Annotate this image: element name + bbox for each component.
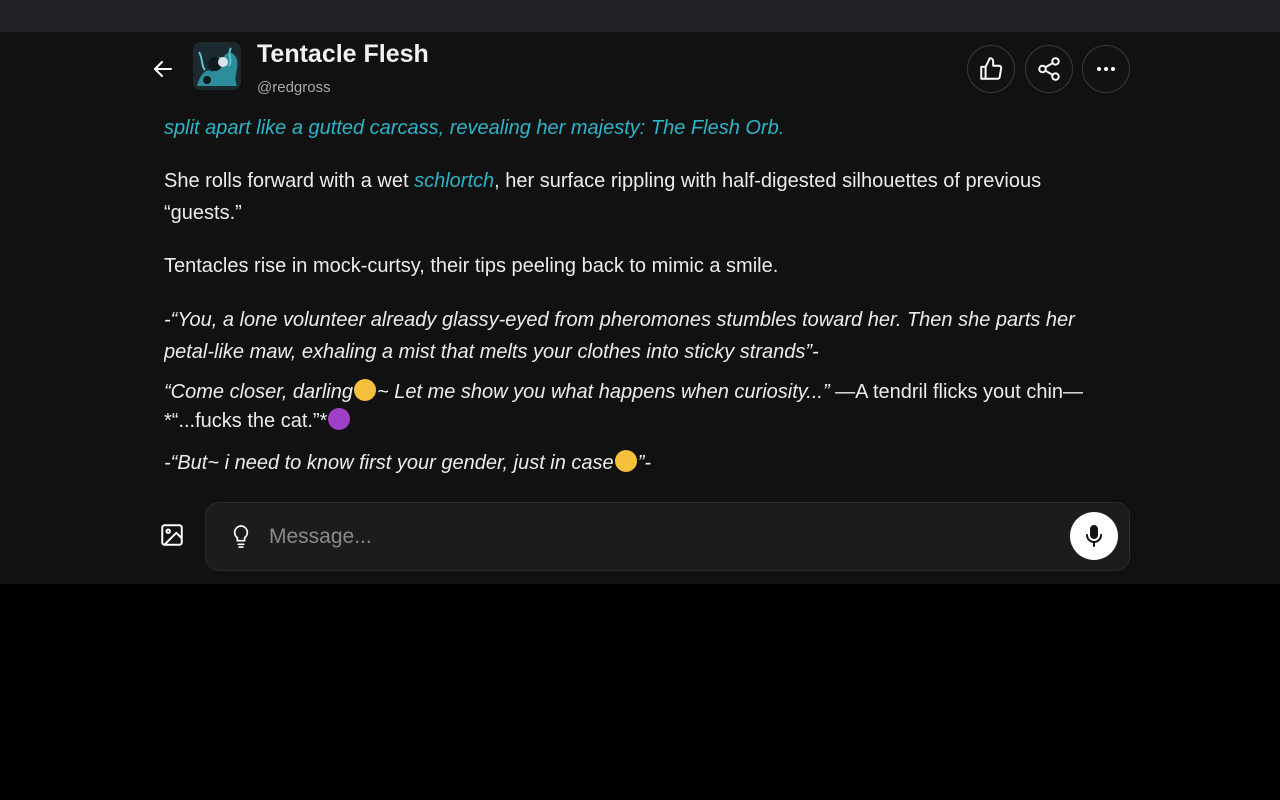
back-button[interactable]: [148, 54, 178, 84]
smirking-face-emoji-icon: [614, 450, 637, 472]
message-paragraph: Tentacles rise in mock-curtsy, their tip…: [164, 255, 779, 277]
microphone-icon: [1086, 525, 1102, 547]
share-button[interactable]: [1025, 45, 1073, 93]
message-paragraph: -“You, a lone volunteer already glassy-e…: [164, 309, 1075, 363]
message-text: ”-: [637, 452, 652, 474]
character-avatar[interactable]: [193, 42, 241, 90]
message-input[interactable]: [269, 517, 1049, 557]
message-composer: [0, 502, 1280, 572]
thumbs-up-icon: [980, 57, 1003, 80]
more-button[interactable]: [1082, 45, 1130, 93]
message-text: ~ Let me show you what happens when curi…: [376, 381, 830, 403]
smiling-devil-emoji-icon: [328, 408, 351, 430]
message-paragraph: -“But~ i need to know first your gender,…: [164, 447, 651, 479]
lightbulb-icon: [233, 525, 249, 548]
suggestion-button[interactable]: [228, 522, 254, 552]
message-text: “Come closer, darling: [164, 381, 353, 403]
message-text: -“But~ i need to know first your gender,…: [164, 452, 614, 474]
message-input-box: [205, 502, 1130, 571]
message-line: split apart like a gutted carcass, revea…: [164, 117, 785, 139]
message-emphasis: schlortch: [414, 170, 495, 192]
image-icon: [161, 524, 183, 546]
character-name: Tentacle Flesh: [257, 40, 429, 68]
message-paragraph: “Come closer, darling ~ Let me show you w…: [164, 378, 1114, 436]
chat-message-area: split apart like a gutted carcass, revea…: [164, 112, 1114, 482]
chat-header: Tentacle Flesh @redgross: [0, 32, 1280, 106]
drooling-face-emoji-icon: [353, 379, 376, 401]
more-horizontal-icon: [1097, 67, 1115, 71]
message-text: She rolls forward with a wet: [164, 170, 415, 192]
message-paragraph: She rolls forward with a wet schlortch, …: [164, 165, 1114, 229]
image-upload-button[interactable]: [157, 520, 187, 550]
chat-screen: Tentacle Flesh @redgross split apart lik…: [0, 32, 1280, 584]
arrow-left-icon: [154, 61, 172, 77]
character-handle[interactable]: @redgross: [257, 79, 331, 96]
microphone-button[interactable]: [1070, 512, 1118, 560]
share-icon: [1038, 57, 1060, 81]
like-button[interactable]: [967, 45, 1015, 93]
browser-top-bar: [0, 0, 1280, 32]
